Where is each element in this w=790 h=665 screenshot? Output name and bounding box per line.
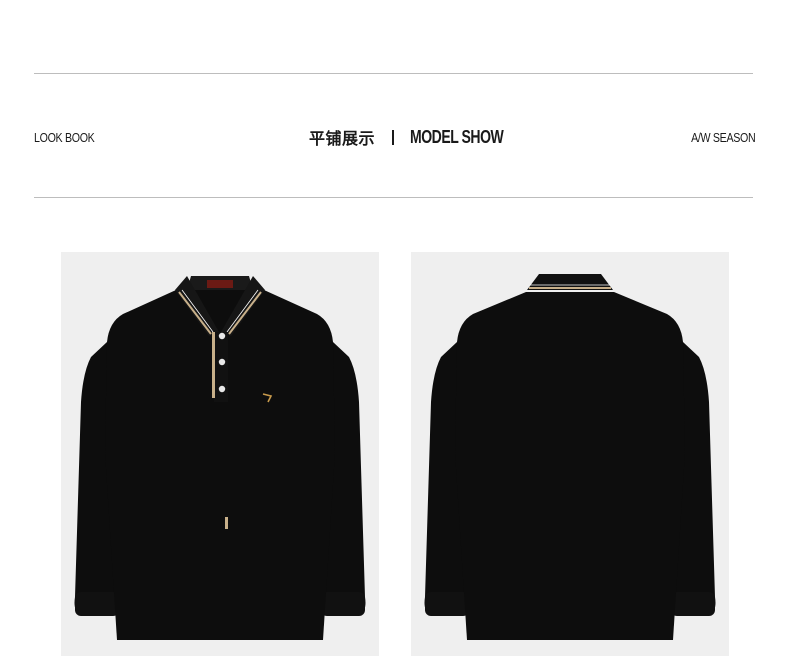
polo-back-illustration — [424, 274, 716, 640]
polo-front-illustration — [74, 276, 366, 640]
top-divider-line — [34, 73, 753, 74]
polo-front-image — [61, 252, 379, 656]
bottom-divider-line — [34, 197, 753, 198]
section-title: 平铺展示 MODEL SHOW — [309, 124, 530, 150]
title-separator — [392, 129, 395, 145]
look-book-label: LOOK BOOK — [34, 129, 95, 145]
season-label: A/W SEASON — [690, 129, 756, 145]
polo-back-image — [411, 252, 729, 656]
section-title-en: MODEL SHOW — [410, 126, 504, 147]
section-title-cn: 平铺展示 — [309, 129, 376, 148]
